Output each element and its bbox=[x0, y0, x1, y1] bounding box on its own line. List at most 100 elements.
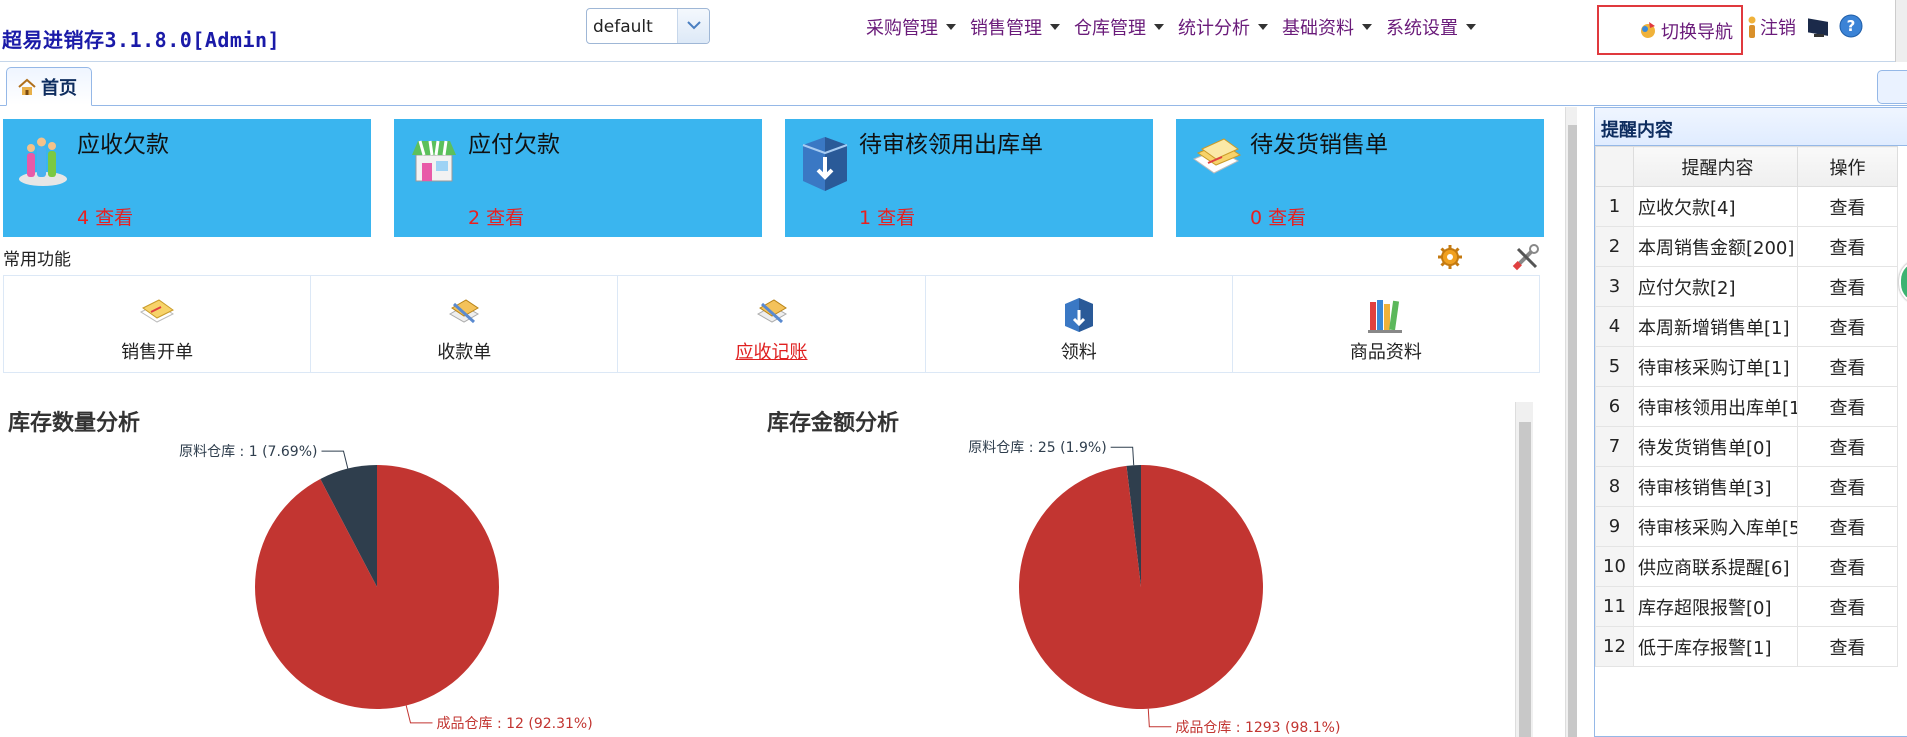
material-icon bbox=[1064, 298, 1093, 332]
func-material[interactable]: 领料 bbox=[926, 276, 1233, 372]
view-link[interactable]: 查看 bbox=[1797, 386, 1898, 427]
row-number: 9 bbox=[1595, 506, 1634, 547]
tab-scroll-right-button[interactable] bbox=[1877, 70, 1907, 104]
func-product-info[interactable]: 商品资料 bbox=[1233, 276, 1539, 372]
main-scrollbar[interactable] bbox=[1565, 107, 1577, 737]
table-row[interactable]: 7 待发货销售单[0] 查看 bbox=[1595, 426, 1898, 467]
pie-chart-amount: 原料仓库 : 25 (1.9%) 成品仓库 : 1293 (98.1%) bbox=[968, 440, 1340, 736]
kpi-title: 应收欠款 bbox=[77, 132, 169, 158]
charts-scrollbar[interactable] bbox=[1515, 402, 1533, 737]
kpi-payable[interactable]: 应付欠款 2 查看 bbox=[394, 119, 762, 237]
col-content[interactable]: 提醒内容 bbox=[1633, 146, 1798, 187]
reminder-content: 应收欠款[4] bbox=[1633, 186, 1798, 227]
home-icon bbox=[18, 78, 36, 95]
caret-down-icon bbox=[1154, 24, 1164, 30]
table-row[interactable]: 8 待审核销售单[3] 查看 bbox=[1595, 466, 1898, 507]
kpi-pending-requisition[interactable]: 待审核领用出库单 1 查看 bbox=[785, 119, 1153, 237]
col-operation[interactable]: 操作 bbox=[1797, 146, 1898, 187]
pie-slice[interactable] bbox=[1019, 465, 1263, 709]
people-icon bbox=[19, 137, 67, 186]
nav-statistics[interactable]: 统计分析 bbox=[1178, 14, 1268, 40]
kpi-view-link[interactable]: 2 查看 bbox=[468, 203, 524, 230]
view-link[interactable]: 查看 bbox=[1797, 626, 1898, 667]
caret-down-icon bbox=[1362, 24, 1372, 30]
row-number: 1 bbox=[1595, 186, 1634, 227]
table-row[interactable]: 10 供应商联系提醒[6] 查看 bbox=[1595, 546, 1898, 587]
view-link[interactable]: 查看 bbox=[1797, 266, 1898, 307]
view-link[interactable]: 查看 bbox=[1797, 346, 1898, 387]
reminder-content: 待审核领用出库单[1 bbox=[1633, 386, 1798, 427]
func-sales-order[interactable]: 销售开单 bbox=[4, 276, 312, 372]
func-label: 收款单 bbox=[437, 342, 492, 363]
reminder-content: 待审核销售单[3] bbox=[1633, 466, 1798, 507]
tab-home[interactable]: 首页 bbox=[6, 67, 92, 106]
view-link[interactable]: 查看 bbox=[1797, 506, 1898, 547]
switch-nav-label: 切换导航 bbox=[1661, 22, 1733, 43]
tab-home-label: 首页 bbox=[41, 77, 77, 99]
nav-system-settings[interactable]: 系统设置 bbox=[1386, 14, 1476, 40]
box-download-icon bbox=[802, 137, 848, 191]
reminder-content: 应付欠款[2] bbox=[1633, 266, 1798, 307]
help-icon[interactable]: ? bbox=[1839, 14, 1863, 38]
table-row[interactable]: 6 待审核领用出库单[1 查看 bbox=[1595, 386, 1898, 427]
kpi-view-link[interactable]: 4 查看 bbox=[77, 203, 133, 230]
kpi-view-link[interactable]: 0 查看 bbox=[1250, 203, 1306, 230]
view-link[interactable]: 查看 bbox=[1797, 226, 1898, 267]
reminder-title: 提醒内容 bbox=[1595, 108, 1907, 146]
settings-gear-icon[interactable] bbox=[1436, 243, 1464, 271]
row-number: 12 bbox=[1595, 626, 1634, 667]
kpi-receivable[interactable]: 应收欠款 4 查看 bbox=[3, 119, 371, 237]
nav-purchase[interactable]: 采购管理 bbox=[866, 14, 956, 40]
chart-stock-amount: 库存金额分析 原料仓库 : 25 (1.9%) 成品仓库 : 1293 (98.1… bbox=[759, 397, 1519, 737]
top-nav: 采购管理 销售管理 仓库管理 统计分析 基础资料 系统设置 bbox=[866, 14, 1476, 40]
caret-down-icon bbox=[1258, 24, 1268, 30]
common-functions-label: 常用功能 bbox=[3, 250, 71, 270]
table-row[interactable]: 2 本周销售金额[200] 查看 bbox=[1595, 226, 1898, 267]
row-number: 7 bbox=[1595, 426, 1634, 467]
row-number: 2 bbox=[1595, 226, 1634, 267]
header-scrollbar[interactable] bbox=[1895, 0, 1907, 62]
reminder-content: 本周新增销售单[1] bbox=[1633, 306, 1798, 347]
ledger-icon bbox=[756, 299, 787, 324]
view-link[interactable]: 查看 bbox=[1797, 306, 1898, 347]
view-link[interactable]: 查看 bbox=[1797, 546, 1898, 587]
store-icon bbox=[412, 140, 456, 182]
table-row[interactable]: 1 应收欠款[4] 查看 bbox=[1595, 186, 1898, 227]
row-number: 4 bbox=[1595, 306, 1634, 347]
row-number: 8 bbox=[1595, 466, 1634, 507]
kpi-view-link[interactable]: 1 查看 bbox=[859, 203, 915, 230]
nav-warehouse[interactable]: 仓库管理 bbox=[1074, 14, 1164, 40]
logout-button[interactable]: 注销 bbox=[1746, 14, 1796, 40]
view-link[interactable]: 查看 bbox=[1797, 426, 1898, 467]
kpi-title: 应付欠款 bbox=[468, 132, 560, 158]
reminder-content: 待审核采购入库单[5 bbox=[1633, 506, 1798, 547]
caret-down-icon bbox=[1466, 24, 1476, 30]
table-row[interactable]: 4 本周新增销售单[1] 查看 bbox=[1595, 306, 1898, 347]
table-row[interactable]: 9 待审核采购入库单[5 查看 bbox=[1595, 506, 1898, 547]
view-link[interactable]: 查看 bbox=[1797, 186, 1898, 227]
monitor-icon[interactable] bbox=[1806, 16, 1832, 38]
table-row[interactable]: 5 待审核采购订单[1] 查看 bbox=[1595, 346, 1898, 387]
kpi-pending-delivery[interactable]: 待发货销售单 0 查看 bbox=[1176, 119, 1544, 237]
switch-nav-button[interactable]: 切换导航 bbox=[1597, 5, 1743, 55]
table-row[interactable]: 3 应付欠款[2] 查看 bbox=[1595, 266, 1898, 307]
row-number: 3 bbox=[1595, 266, 1634, 307]
func-receipt[interactable]: 收款单 bbox=[311, 276, 619, 372]
table-row[interactable]: 11 库存超限报警[0] 查看 bbox=[1595, 586, 1898, 627]
table-row[interactable]: 12 低于库存报警[1] 查看 bbox=[1595, 626, 1898, 667]
scrollbar-thumb[interactable] bbox=[1519, 422, 1531, 737]
pie-leader-line bbox=[321, 450, 349, 469]
receipt-icon bbox=[449, 299, 480, 324]
func-receivable-ledger[interactable]: 应收记账 bbox=[618, 276, 926, 372]
func-label: 应收记账 bbox=[735, 342, 808, 363]
kpi-title: 待审核领用出库单 bbox=[859, 132, 1043, 158]
nav-basic-data[interactable]: 基础资料 bbox=[1282, 14, 1372, 40]
nav-sales[interactable]: 销售管理 bbox=[970, 14, 1060, 40]
reminder-content: 待审核采购订单[1] bbox=[1633, 346, 1798, 387]
theme-select[interactable]: default bbox=[586, 8, 710, 44]
view-link[interactable]: 查看 bbox=[1797, 586, 1898, 627]
scrollbar-thumb[interactable] bbox=[1568, 125, 1577, 737]
view-link[interactable]: 查看 bbox=[1797, 466, 1898, 507]
tools-icon[interactable] bbox=[1512, 243, 1540, 271]
chevron-down-icon[interactable] bbox=[677, 9, 709, 43]
